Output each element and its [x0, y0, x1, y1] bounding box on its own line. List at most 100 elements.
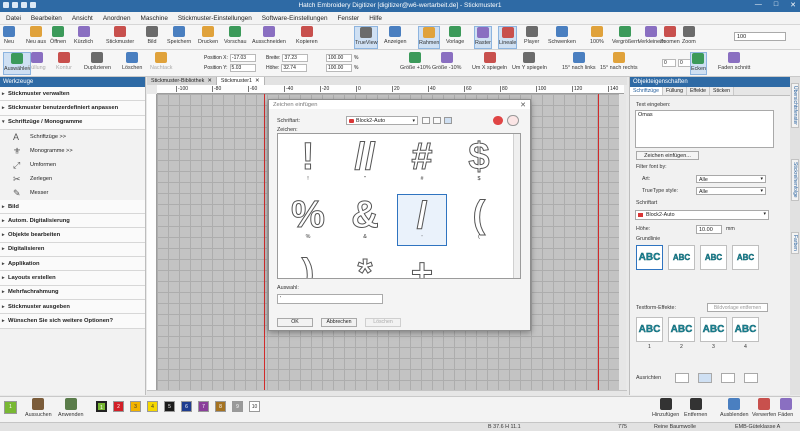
menu-hilfe[interactable]: Hilfe [369, 15, 382, 22]
menu-anordnen[interactable]: Anordnen [103, 15, 131, 22]
effect-swatch[interactable]: ABC [668, 317, 695, 342]
palette-button-discard[interactable]: Verwerfen [752, 398, 776, 418]
ribbon-button-open-folder[interactable]: Öffnen [50, 26, 66, 49]
height-input[interactable]: 32.74 [281, 64, 308, 72]
ribbon-button-new-from[interactable]: Neu aus [26, 26, 46, 49]
ribbon-button-tieoff[interactable]: Nachtack [150, 52, 172, 75]
baseline-swatch[interactable]: ABC [636, 245, 663, 270]
color-chip[interactable]: 7 [198, 401, 209, 412]
tools-section[interactable]: Digitalisieren [0, 242, 145, 258]
ribbon-button-recent[interactable]: Kürzlich [74, 26, 93, 49]
filled-font-icon[interactable] [493, 116, 503, 125]
cancel-button[interactable]: Abbrechen [321, 318, 357, 327]
truetype-select[interactable]: Alle [696, 187, 766, 195]
menu-maschine[interactable]: Maschine [141, 15, 168, 22]
ribbon-button-rotate-right[interactable]: 15° nach rechts [600, 52, 638, 75]
tab-effekte[interactable]: Effekte [686, 87, 711, 95]
menu-stickmuster-einstellungen[interactable]: Stickmuster-Einstellungen [178, 15, 252, 22]
palette-button-threads[interactable]: Fäden [778, 398, 793, 418]
ribbon-button-image[interactable]: Bild [146, 26, 158, 49]
selection-input[interactable]: ' [277, 294, 383, 304]
ribbon-button-scale-down[interactable]: Größe -10% [432, 52, 461, 75]
ribbon-button-zoom-in[interactable]: Vergrößern [612, 26, 639, 49]
tools-subitem-lettering[interactable]: A Schriftzüge >> [0, 130, 145, 144]
character-cell[interactable]: !! [283, 136, 333, 188]
ribbon-button-fill[interactable]: Füllung [28, 52, 46, 75]
docker-tab-colors[interactable]: Farben [791, 232, 799, 254]
character-cell[interactable]: ) [283, 252, 333, 279]
ribbon-button-mirror-x[interactable]: Um X spiegeln [472, 52, 507, 75]
align-right-icon[interactable] [721, 373, 735, 383]
ribbon-button-zoom-100[interactable]: 100% [590, 26, 604, 49]
palette-button-minus[interactable]: Entfernen [684, 398, 707, 418]
character-cell[interactable]: //" [340, 136, 390, 188]
ribbon-button-trim[interactable]: Faden schnitt [718, 52, 750, 75]
baseline-swatch[interactable]: ABC [732, 245, 759, 270]
effect-swatch[interactable]: ABC [636, 317, 663, 342]
ribbon-button-zoom[interactable]: Zoomen [660, 26, 680, 49]
view-large-icon[interactable] [444, 117, 452, 124]
color-chip[interactable]: 2 [113, 401, 124, 412]
menu-datei[interactable]: Datei [6, 15, 21, 22]
ribbon-button-mirror-y[interactable]: Um Y spiegeln [512, 52, 547, 75]
ribbon-button-cut[interactable]: Ausschneiden [252, 26, 286, 49]
ribbon-button-new-file[interactable]: Neu [3, 26, 15, 49]
tab-fuellung[interactable]: Füllung [662, 87, 687, 95]
align-justify-icon[interactable] [744, 373, 758, 383]
tab-stickmuster1[interactable]: Stickmuster1 ✕ [216, 77, 265, 85]
tab-schriftzuege[interactable]: Schriftzüge [630, 87, 663, 95]
character-cell[interactable]: & & [340, 194, 390, 246]
ribbon-button-preview[interactable]: Vorschau [224, 26, 246, 49]
ribbon-button-outline[interactable]: Kontur [56, 52, 72, 75]
color-chip[interactable]: 9 [232, 401, 243, 412]
scale-x-input[interactable]: 100.00 [326, 54, 352, 62]
view-list-icon[interactable] [422, 117, 430, 124]
minimize-button[interactable]: — [755, 1, 762, 9]
tools-section[interactable]: Mehrfachrahmung [0, 285, 145, 300]
color-chip[interactable]: 10 [249, 401, 260, 412]
width-input[interactable]: 37.23 [282, 54, 309, 62]
character-cell[interactable]: , [454, 252, 504, 279]
color-chip[interactable]: 5 [164, 401, 175, 412]
tools-section[interactable]: Wünschen Sie sich weitere Optionen? [0, 314, 145, 329]
color-chip[interactable]: 1 [96, 401, 107, 412]
effect-swatch[interactable]: ABC [732, 317, 759, 342]
ribbon-button-eye[interactable]: Anzeigen [384, 26, 406, 49]
ribbon-button-pan[interactable]: Schwenken [548, 26, 576, 49]
view-small-icon[interactable] [433, 117, 441, 124]
ribbon-button-corners[interactable]: Ecken [690, 52, 707, 75]
ribbon-button-hoop[interactable]: Rahmen [418, 26, 441, 49]
current-color-chip[interactable]: 1 [4, 401, 17, 414]
tools-subitem-knife[interactable]: ✎ Messer [0, 186, 145, 200]
palette-button-pick-color[interactable]: Aussuchen [25, 398, 52, 418]
baseline-swatch[interactable]: ABC [700, 245, 727, 270]
ribbon-button-save[interactable]: Speichern [167, 26, 191, 49]
tools-section-schriftzuege[interactable]: Schriftzüge / Monogramme [0, 115, 145, 130]
tab-sticken[interactable]: Sticken [710, 87, 735, 95]
insert-character-button[interactable]: Zeichen einfügen... [636, 151, 699, 160]
lettering-text-input[interactable]: Omas [635, 110, 774, 148]
tools-section[interactable]: Stickmuster ausgeben [0, 299, 145, 315]
ribbon-button-scale-up[interactable]: Größe +10% [400, 52, 431, 75]
tools-section[interactable]: Applikation [0, 257, 145, 272]
menu-bearbeiten[interactable]: Bearbeiten [31, 15, 62, 22]
ribbon-button-trueview[interactable]: TrueView [354, 26, 379, 49]
position-x-input[interactable]: -17.03 [229, 54, 256, 62]
height-input[interactable]: 10.00 [696, 225, 722, 234]
baseline-swatch[interactable]: ABC [668, 245, 695, 270]
effect-swatch[interactable]: ABC [700, 317, 727, 342]
color-chip[interactable]: 6 [181, 401, 192, 412]
tab-stickmuster-bibliothek[interactable]: Stickmuster-Bibliothek ✕ [147, 77, 217, 85]
tools-section[interactable]: Autom. Digitalisierung [0, 214, 145, 229]
align-left-icon[interactable] [675, 373, 689, 383]
ribbon-button-player[interactable]: Player [524, 26, 539, 49]
ok-button[interactable]: OK [277, 318, 313, 327]
remove-artwork-button[interactable]: Bildvorlage entfernen [707, 303, 768, 312]
character-cell[interactable]: # # [397, 136, 447, 188]
tools-subitem-reshape[interactable]: ⤢ Umformen [0, 158, 145, 172]
ribbon-button-copy[interactable]: Kopieren [296, 26, 318, 49]
tools-subitem-monogram[interactable]: ⚜ Monogramme >> [0, 144, 145, 158]
ribbon-button-rotate-left[interactable]: 15° nach links [562, 52, 596, 75]
color-chip[interactable]: 8 [215, 401, 226, 412]
character-cell[interactable]: * [340, 252, 390, 279]
